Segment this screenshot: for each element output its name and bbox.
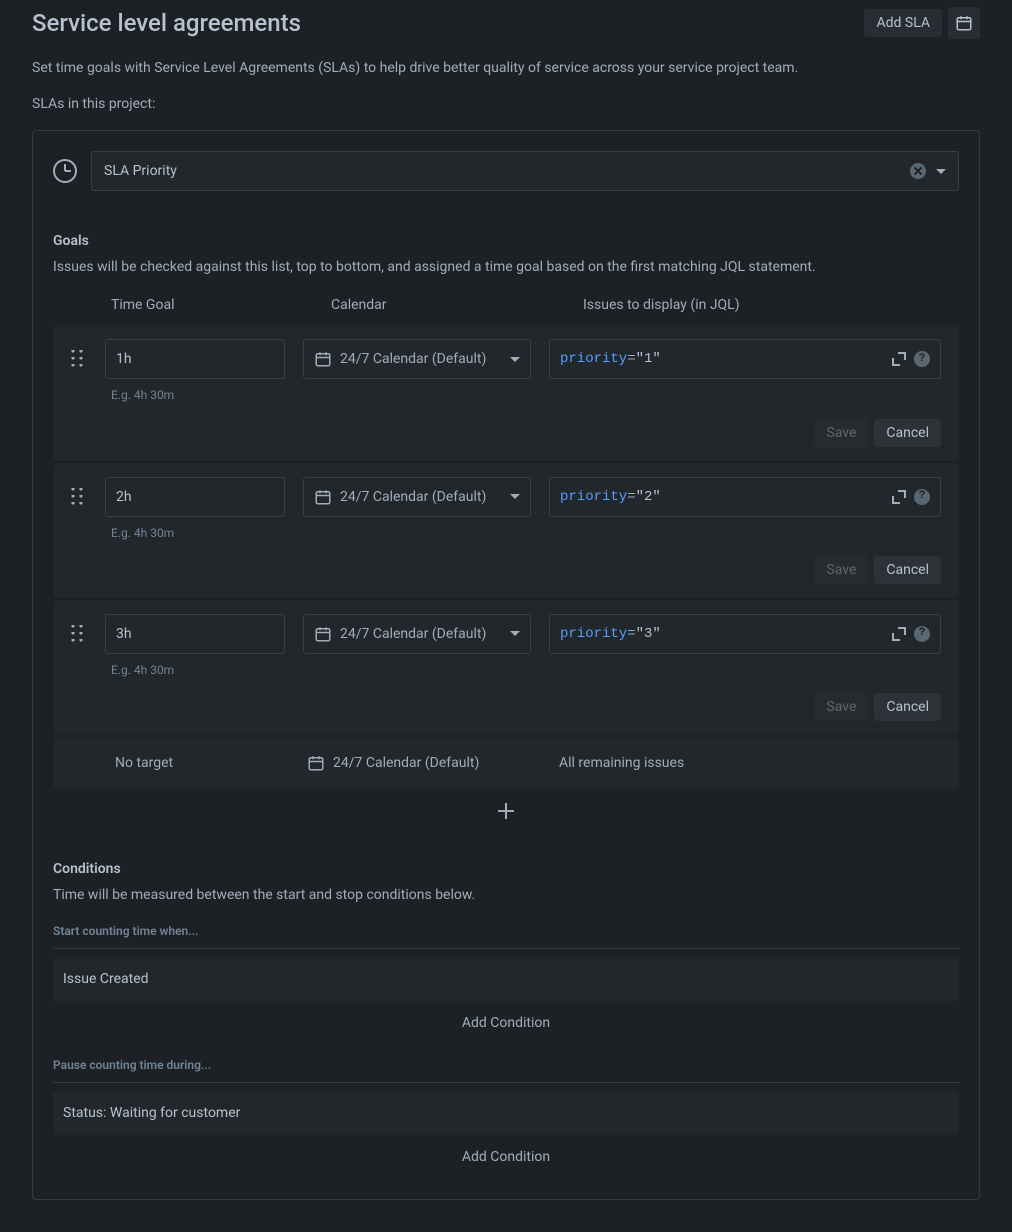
pause-condition-label: Pause counting time during...	[53, 1057, 959, 1074]
clock-icon	[53, 159, 77, 183]
expand-icon[interactable]	[892, 627, 906, 641]
conditions-heading: Conditions	[53, 859, 959, 879]
divider	[53, 1082, 959, 1083]
goal-row: 24/7 Calendar (Default) priority="1" ? E…	[53, 325, 959, 460]
start-condition-label: Start counting time when...	[53, 923, 959, 940]
expand-icon[interactable]	[892, 490, 906, 504]
expand-icon[interactable]	[892, 352, 906, 366]
chevron-down-icon	[510, 494, 520, 499]
calendar-icon	[314, 625, 332, 643]
sla-name-value: SLA Priority	[104, 161, 177, 181]
help-icon[interactable]: ?	[914, 489, 930, 505]
add-pause-condition[interactable]: Add Condition	[53, 1135, 959, 1179]
jql-input[interactable]: priority="1" ?	[549, 339, 941, 379]
chevron-down-icon[interactable]	[936, 169, 946, 174]
calendar-select[interactable]: 24/7 Calendar (Default)	[303, 477, 531, 517]
goal-default-row: No target 24/7 Calendar (Default) All re…	[53, 737, 959, 789]
save-button[interactable]: Save	[814, 693, 868, 721]
drag-handle-icon[interactable]	[71, 625, 87, 643]
calendar-value: 24/7 Calendar (Default)	[340, 624, 502, 644]
divider	[53, 948, 959, 949]
drag-handle-icon[interactable]	[71, 488, 87, 506]
col-calendar: Calendar	[331, 295, 583, 315]
save-button[interactable]: Save	[814, 419, 868, 447]
list-label: SLAs in this project:	[32, 94, 980, 114]
clear-icon[interactable]	[910, 163, 926, 179]
time-goal-hint: E.g. 4h 30m	[111, 662, 941, 679]
add-goal-button[interactable]	[53, 791, 959, 831]
calendar-icon	[314, 488, 332, 506]
default-calendar: 24/7 Calendar (Default)	[333, 753, 479, 773]
calendar-value: 24/7 Calendar (Default)	[340, 349, 502, 369]
time-goal-input[interactable]	[105, 614, 285, 654]
time-goal-hint: E.g. 4h 30m	[111, 525, 941, 542]
chevron-down-icon	[510, 631, 520, 636]
col-jql: Issues to display (in JQL)	[583, 295, 959, 315]
page-description: Set time goals with Service Level Agreem…	[32, 58, 980, 78]
time-goal-input[interactable]	[105, 339, 285, 379]
cancel-button[interactable]: Cancel	[874, 419, 941, 447]
col-time-goal: Time Goal	[111, 295, 331, 315]
calendar-select[interactable]: 24/7 Calendar (Default)	[303, 614, 531, 654]
calendar-icon	[314, 350, 332, 368]
add-sla-button[interactable]: Add SLA	[864, 9, 942, 37]
sla-name-input[interactable]: SLA Priority	[91, 151, 959, 191]
calendar-select[interactable]: 24/7 Calendar (Default)	[303, 339, 531, 379]
time-goal-input[interactable]	[105, 477, 285, 517]
chevron-down-icon	[510, 357, 520, 362]
sla-panel: SLA Priority Goals Issues will be checke…	[32, 130, 980, 1200]
add-start-condition[interactable]: Add Condition	[53, 1001, 959, 1045]
conditions-subheading: Time will be measured between the start …	[53, 885, 959, 905]
goals-heading: Goals	[53, 231, 959, 251]
save-button[interactable]: Save	[814, 556, 868, 584]
calendar-settings-button[interactable]	[948, 7, 980, 39]
jql-input[interactable]: priority="2" ?	[549, 477, 941, 517]
calendar-value: 24/7 Calendar (Default)	[340, 487, 502, 507]
cancel-button[interactable]: Cancel	[874, 693, 941, 721]
cancel-button[interactable]: Cancel	[874, 556, 941, 584]
help-icon[interactable]: ?	[914, 351, 930, 367]
goal-row: 24/7 Calendar (Default) priority="2" ? E…	[53, 463, 959, 598]
jql-input[interactable]: priority="3" ?	[549, 614, 941, 654]
time-goal-hint: E.g. 4h 30m	[111, 387, 941, 404]
goal-row: 24/7 Calendar (Default) priority="3" ? E…	[53, 600, 959, 735]
start-condition-item[interactable]: Issue Created	[53, 957, 959, 1001]
default-time: No target	[105, 753, 285, 773]
help-icon[interactable]: ?	[914, 626, 930, 642]
calendar-icon	[955, 14, 973, 32]
pause-condition-item[interactable]: Status: Waiting for customer	[53, 1091, 959, 1135]
calendar-icon	[307, 754, 325, 772]
drag-handle-icon[interactable]	[71, 350, 87, 368]
plus-icon	[498, 803, 514, 819]
default-jql: All remaining issues	[549, 753, 941, 773]
goals-subheading: Issues will be checked against this list…	[53, 257, 959, 277]
page-title: Service level agreements	[32, 6, 301, 40]
